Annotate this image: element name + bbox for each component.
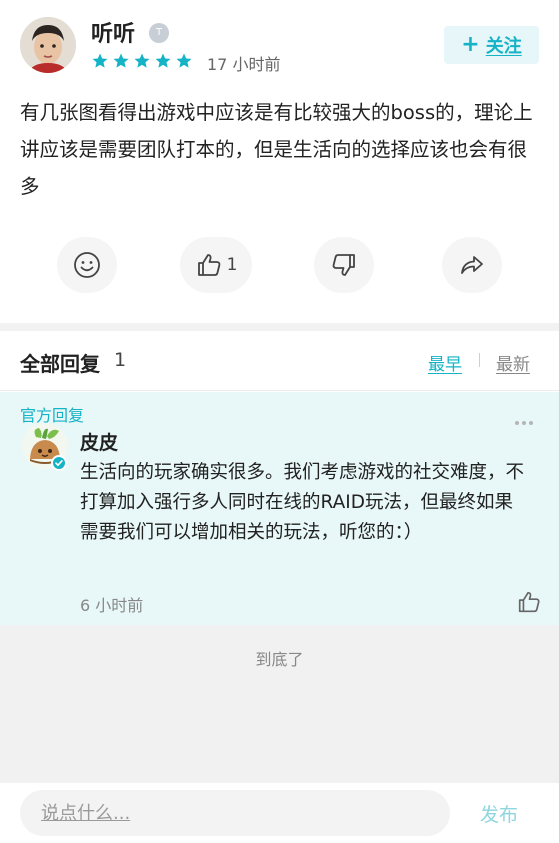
list-end-area: 到底了 bbox=[0, 625, 559, 783]
rating-stars bbox=[91, 52, 193, 70]
star-icon bbox=[176, 53, 192, 68]
post-time: 17 小时前 bbox=[207, 55, 281, 74]
like-button[interactable]: 1 bbox=[180, 237, 252, 293]
replies-title: 全部回复 bbox=[20, 352, 100, 376]
post-body: 有几张图看得出游戏中应该是有比较强大的boss的，理论上讲应该是需要团队打本的，… bbox=[20, 101, 533, 198]
reply-item: 官方回复 皮皮 生活向的玩家确实很多。我们考虑游戏的社交难度，不打算加入强行多人… bbox=[0, 392, 559, 625]
reply-time: 6 小时前 bbox=[80, 596, 144, 615]
replies-header: 全部回复 1 最早 最新 bbox=[0, 331, 559, 391]
publish-button[interactable]: 发布 bbox=[480, 800, 518, 827]
sort-earliest-tab[interactable]: 最早 bbox=[428, 350, 462, 375]
star-icon bbox=[113, 53, 129, 68]
follow-button[interactable]: + 关注 bbox=[444, 26, 539, 64]
thumbs-up-icon bbox=[197, 254, 220, 276]
reply-author-name[interactable]: 皮皮 bbox=[80, 428, 118, 455]
post-card: 听听 T 17 小时前 + 关注 有几张图看得出游戏中应该是有比较强大的boss… bbox=[0, 0, 559, 323]
star-icon bbox=[134, 53, 150, 68]
author-avatar[interactable] bbox=[20, 17, 76, 73]
comment-composer: 发布 bbox=[0, 783, 559, 843]
share-button[interactable] bbox=[442, 237, 502, 293]
verified-badge-icon bbox=[51, 455, 67, 471]
thumbs-down-icon bbox=[332, 254, 355, 276]
author-name[interactable]: 听听 bbox=[91, 16, 135, 48]
reply-body: 生活向的玩家确实很多。我们考虑游戏的社交难度，不打算加入强行多人同时在线的RAI… bbox=[80, 462, 525, 543]
star-icon bbox=[155, 53, 171, 68]
emoji-react-button[interactable] bbox=[57, 237, 117, 293]
star-icon bbox=[92, 53, 108, 68]
level-badge: T bbox=[149, 23, 169, 43]
sort-newest-tab[interactable]: 最新 bbox=[496, 350, 530, 375]
replies-count: 1 bbox=[114, 349, 127, 371]
share-icon bbox=[461, 256, 483, 274]
dislike-button[interactable] bbox=[314, 237, 374, 293]
smiley-icon bbox=[74, 252, 100, 278]
comment-input[interactable] bbox=[20, 790, 450, 836]
reply-like-icon[interactable] bbox=[516, 589, 542, 615]
section-divider bbox=[0, 323, 559, 331]
like-count: 1 bbox=[226, 255, 238, 275]
end-of-list-text: 到底了 bbox=[255, 650, 304, 669]
plus-icon: + bbox=[461, 32, 480, 57]
follow-label: 关注 bbox=[485, 36, 522, 57]
sort-divider bbox=[479, 353, 480, 367]
more-options-icon[interactable] bbox=[515, 421, 533, 425]
